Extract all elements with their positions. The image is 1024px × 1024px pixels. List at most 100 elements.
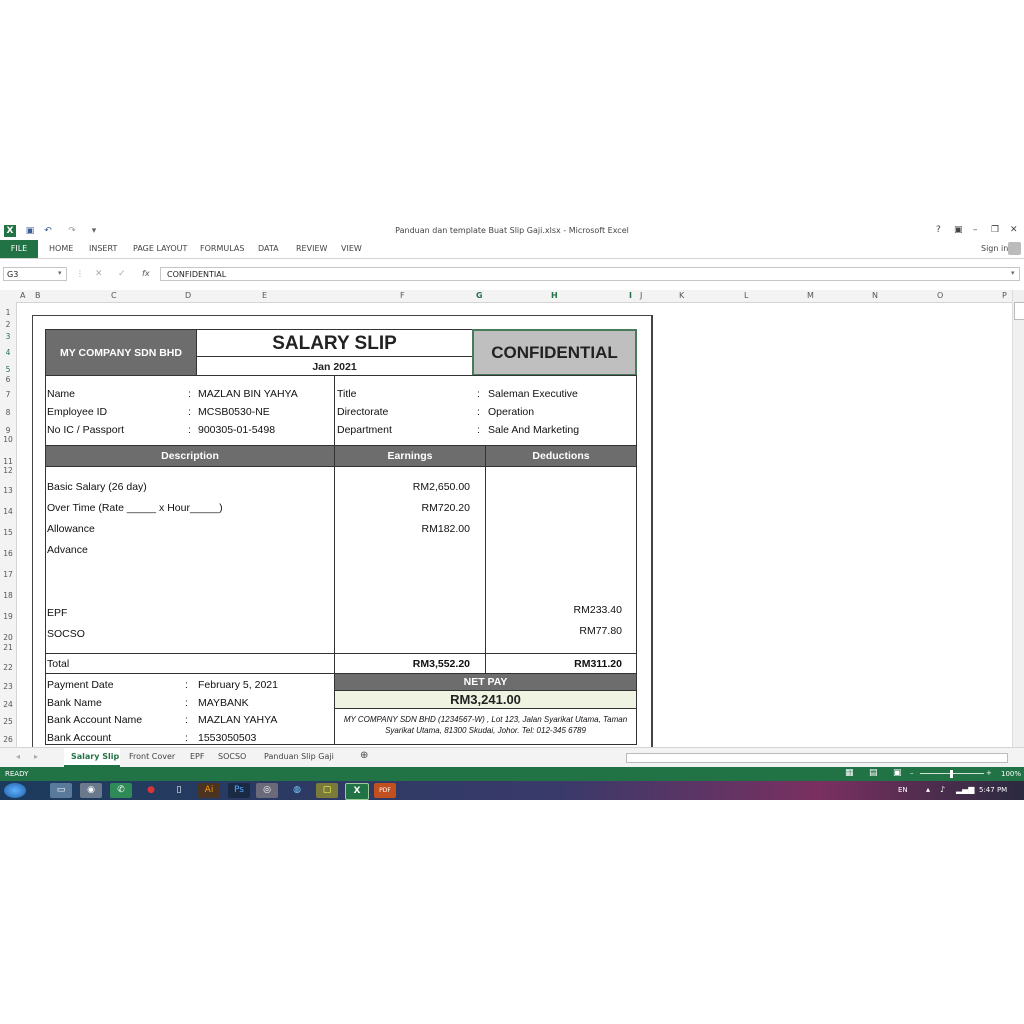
photoshop-icon[interactable]: Ps xyxy=(228,783,250,798)
page-layout-view-icon[interactable]: ▤ xyxy=(869,768,878,778)
item-advance[interactable]: Advance xyxy=(47,544,88,556)
bank-account-name-value[interactable]: MAZLAN YAHYA xyxy=(198,714,277,726)
language-indicator[interactable]: EN xyxy=(898,786,908,794)
close-icon[interactable]: ✕ xyxy=(1010,225,1018,235)
col-d[interactable]: D xyxy=(185,291,191,300)
directorate-value[interactable]: Operation xyxy=(488,406,534,418)
user-avatar-icon[interactable] xyxy=(1008,242,1021,255)
bank-account-value[interactable]: 1553050503 xyxy=(198,732,256,744)
network-icon[interactable]: ▂▄▆ xyxy=(956,785,974,794)
tab-review[interactable]: REVIEW xyxy=(296,244,327,253)
row-21[interactable]: 21 xyxy=(0,643,16,652)
row-19[interactable]: 19 xyxy=(0,612,16,621)
col-h[interactable]: H xyxy=(551,291,558,300)
tab-epf[interactable]: EPF xyxy=(190,752,204,761)
prev-sheet-icon[interactable]: ◂ xyxy=(16,752,20,761)
row-5[interactable]: 5 xyxy=(0,365,16,374)
row-12[interactable]: 12 xyxy=(0,466,16,475)
tab-home[interactable]: HOME xyxy=(49,244,73,253)
zoom-level[interactable]: 100% xyxy=(1001,770,1021,778)
tab-file[interactable]: FILE xyxy=(0,240,38,258)
col-c[interactable]: C xyxy=(111,291,117,300)
sign-in-link[interactable]: Sign in xyxy=(981,244,1008,253)
item-basic-salary[interactable]: Basic Salary (26 day) xyxy=(47,481,147,493)
cancel-icon[interactable]: ✕ xyxy=(95,269,103,279)
row-16[interactable]: 16 xyxy=(0,549,16,558)
clock[interactable]: 5:47 PM xyxy=(979,786,1007,794)
minimize-icon[interactable]: – xyxy=(973,225,978,235)
col-e[interactable]: E xyxy=(262,291,267,300)
row-25[interactable]: 25 xyxy=(0,717,16,726)
col-n[interactable]: N xyxy=(872,291,878,300)
bank-name-value[interactable]: MAYBANK xyxy=(198,697,249,709)
row-11[interactable]: 11 xyxy=(0,457,16,466)
slip-period[interactable]: Jan 2021 xyxy=(196,356,473,376)
col-i[interactable]: I xyxy=(629,291,632,300)
col-p[interactable]: P xyxy=(1002,291,1007,300)
earning-overtime[interactable]: RM720.20 xyxy=(334,502,470,514)
tab-view[interactable]: VIEW xyxy=(341,244,362,253)
col-g[interactable]: G xyxy=(476,291,483,300)
row-7[interactable]: 7 xyxy=(0,390,16,399)
col-b[interactable]: B xyxy=(35,291,41,300)
col-m[interactable]: M xyxy=(807,291,814,300)
zoom-in-icon[interactable]: + xyxy=(986,769,992,777)
tray-expand-icon[interactable]: ▴ xyxy=(926,785,930,794)
row-2[interactable]: 2 xyxy=(0,320,16,329)
row-22[interactable]: 22 xyxy=(0,663,16,672)
whatsapp-icon[interactable]: ✆ xyxy=(110,783,132,798)
tab-front-cover[interactable]: Front Cover xyxy=(129,752,175,761)
row-23[interactable]: 23 xyxy=(0,682,16,691)
chrome-icon[interactable]: ◉ xyxy=(80,783,102,798)
globe-icon[interactable]: ◍ xyxy=(286,783,308,798)
help-icon[interactable]: ? xyxy=(936,225,941,235)
item-overtime[interactable]: Over Time (Rate _____ x Hour_____) xyxy=(47,502,223,514)
deduction-epf[interactable]: RM233.40 xyxy=(485,604,622,616)
payment-date-value[interactable]: February 5, 2021 xyxy=(198,679,278,691)
zoom-out-icon[interactable]: – xyxy=(910,769,914,777)
ic-value[interactable]: 900305-01-5498 xyxy=(198,424,275,436)
row-8[interactable]: 8 xyxy=(0,408,16,417)
col-k[interactable]: K xyxy=(679,291,684,300)
tab-formulas[interactable]: FORMULAS xyxy=(200,244,244,253)
col-f[interactable]: F xyxy=(400,291,405,300)
name-value[interactable]: MAZLAN BIN YAHYA xyxy=(198,388,298,400)
app-icon[interactable]: ● xyxy=(140,783,162,798)
tab-insert[interactable]: INSERT xyxy=(89,244,117,253)
row-15[interactable]: 15 xyxy=(0,528,16,537)
row-13[interactable]: 13 xyxy=(0,486,16,495)
document-icon[interactable]: ▯ xyxy=(168,783,190,798)
browser-icon[interactable]: ◎ xyxy=(256,783,278,798)
row-6[interactable]: 6 xyxy=(0,375,16,384)
excel-taskbar-icon[interactable]: X xyxy=(345,783,369,800)
notes-icon[interactable]: ▢ xyxy=(316,783,338,798)
zoom-slider-thumb[interactable] xyxy=(950,770,953,778)
item-allowance[interactable]: Allowance xyxy=(47,523,95,535)
row-14[interactable]: 14 xyxy=(0,507,16,516)
tab-socso[interactable]: SOCSO xyxy=(218,752,246,761)
total-earnings[interactable]: RM3,552.20 xyxy=(334,658,470,670)
illustrator-icon[interactable]: Ai xyxy=(198,783,220,798)
volume-icon[interactable]: ♪ xyxy=(940,785,945,794)
row-17[interactable]: 17 xyxy=(0,570,16,579)
expand-formula-icon[interactable]: ▾ xyxy=(1011,269,1015,277)
row-18[interactable]: 18 xyxy=(0,591,16,600)
new-sheet-icon[interactable]: ⊕ xyxy=(360,750,368,761)
name-box-dropdown-icon[interactable]: ▾ xyxy=(58,269,62,277)
row-10[interactable]: 10 xyxy=(0,435,16,444)
normal-view-icon[interactable]: ▦ xyxy=(845,768,854,778)
net-pay-value[interactable]: RM3,241.00 xyxy=(334,690,637,709)
col-l[interactable]: L xyxy=(744,291,748,300)
restore-icon[interactable]: ❐ xyxy=(991,225,999,235)
employee-id-value[interactable]: MCSB0530-NE xyxy=(198,406,270,418)
title-value[interactable]: Saleman Executive xyxy=(488,388,578,400)
department-value[interactable]: Sale And Marketing xyxy=(488,424,579,436)
row-20[interactable]: 20 xyxy=(0,633,16,642)
earning-allowance[interactable]: RM182.00 xyxy=(334,523,470,535)
row-9[interactable]: 9 xyxy=(0,426,16,435)
company-name[interactable]: MY COMPANY SDN BHD xyxy=(45,329,197,376)
row-1[interactable]: 1 xyxy=(0,308,16,317)
col-j[interactable]: J xyxy=(640,291,642,300)
confidential-cell[interactable]: CONFIDENTIAL xyxy=(472,329,637,376)
item-socso[interactable]: SOCSO xyxy=(47,628,85,640)
